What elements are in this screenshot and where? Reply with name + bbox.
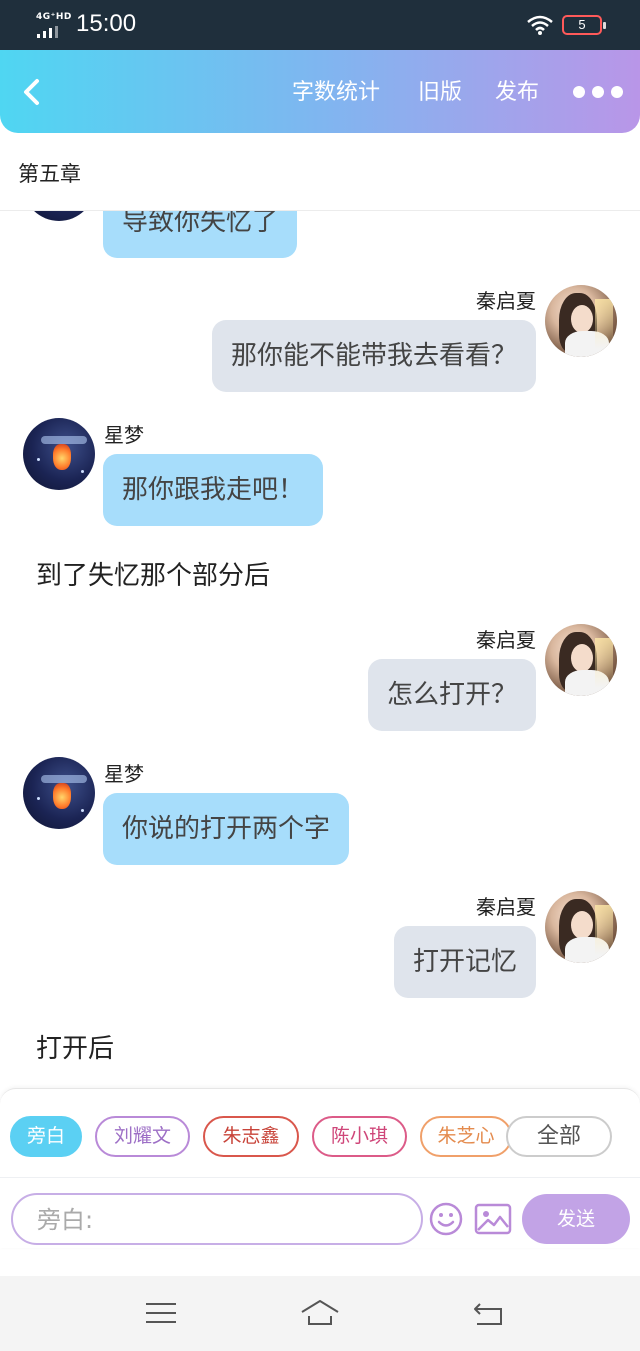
composer-panel: 旁白 刘耀文 朱志鑫 陈小琪 朱芝心 全部 发送 [0, 1088, 640, 1248]
avatar-qinqixia[interactable] [545, 285, 617, 357]
narration-text[interactable]: 到了失忆那个部分后 [36, 555, 270, 592]
word-count-button[interactable]: 字数统计 [292, 80, 380, 106]
message-bubble[interactable]: 打开记忆 [393, 926, 536, 998]
status-bar: 4G⁺HD 15:00 5 [0, 0, 640, 50]
home-icon[interactable] [300, 1296, 340, 1330]
speaker-name: 秦启夏 [476, 628, 536, 652]
divider [0, 1177, 640, 1178]
chapter-title[interactable]: 第五章 [18, 158, 81, 188]
back-icon[interactable] [14, 74, 50, 110]
network-type: 4G⁺HD [36, 12, 72, 22]
wifi-icon [527, 15, 553, 35]
send-button[interactable]: 发送 [522, 1194, 630, 1244]
character-chip[interactable]: 陈小琪 [312, 1116, 407, 1157]
message-input[interactable] [37, 1203, 407, 1237]
battery-level: 5 [578, 17, 586, 32]
narration-text[interactable]: 打开后 [36, 1028, 114, 1065]
status-time: 15:00 [76, 10, 137, 37]
avatar-xingmeng[interactable] [23, 757, 95, 829]
old-version-button[interactable]: 旧版 [418, 80, 462, 106]
avatar-qinqixia[interactable] [545, 891, 617, 963]
image-icon[interactable] [474, 1203, 512, 1235]
message-bubble[interactable]: 怎么打开？ [367, 659, 536, 731]
message-bubble[interactable]: 导致你失忆了 [103, 211, 298, 258]
speaker-name: 秦启夏 [476, 895, 536, 919]
character-chip[interactable]: 朱芝心 [420, 1116, 512, 1157]
system-navigation-bar [0, 1276, 640, 1351]
more-icon[interactable] [570, 86, 624, 100]
back-nav-icon[interactable] [468, 1296, 508, 1330]
character-chip[interactable]: 刘耀文 [95, 1116, 190, 1157]
signal-icon: 4G⁺HD [36, 12, 72, 38]
top-nav-bar: 字数统计 旧版 发布 [0, 50, 640, 133]
avatar-xingmeng[interactable] [23, 211, 95, 221]
chat-area[interactable]: 导致你失忆了 秦启夏 那你能不能带我去看看？ 星梦 那你跟我走吧！ 到了失忆那个… [0, 211, 640, 1088]
menu-icon[interactable] [141, 1296, 181, 1330]
message-bubble[interactable]: 那你跟我走吧！ [103, 454, 324, 526]
avatar-qinqixia[interactable] [545, 624, 617, 696]
publish-button[interactable]: 发布 [495, 80, 539, 106]
battery-icon: 5 [562, 15, 606, 35]
emoji-icon[interactable] [428, 1201, 464, 1237]
message-bubble[interactable]: 你说的打开两个字 [103, 793, 350, 865]
speaker-name: 秦启夏 [476, 289, 536, 313]
character-chip-narrator[interactable]: 旁白 [10, 1116, 82, 1157]
speaker-name: 星梦 [104, 762, 144, 786]
message-input-wrapper[interactable] [11, 1193, 423, 1245]
speaker-name: 星梦 [104, 423, 144, 447]
character-chip[interactable]: 朱志鑫 [203, 1116, 299, 1157]
avatar-xingmeng[interactable] [23, 418, 95, 490]
message-bubble[interactable]: 那你能不能带我去看看？ [211, 320, 536, 392]
all-characters-button[interactable]: 全部 [506, 1116, 612, 1157]
